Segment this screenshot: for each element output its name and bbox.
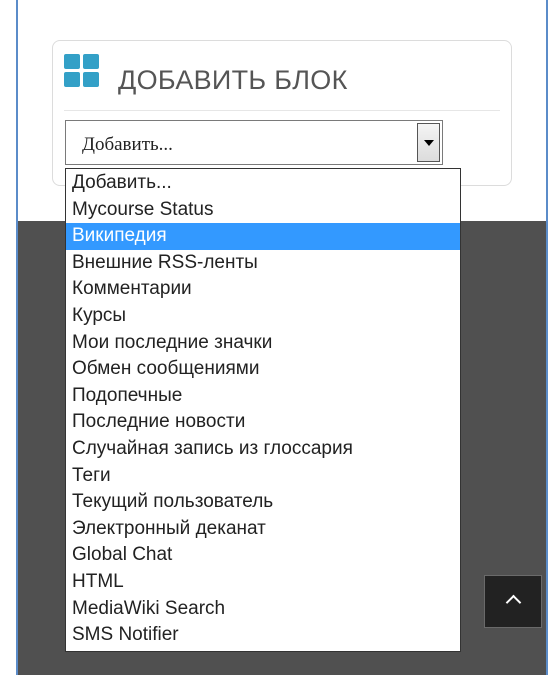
dropdown-option[interactable]: HTML xyxy=(66,569,460,596)
dropdown-option[interactable]: Обмен сообщениями xyxy=(66,356,460,383)
dropdown-option[interactable]: Mycourse Status xyxy=(66,197,460,224)
dropdown-option[interactable]: SMS Notifier xyxy=(66,622,460,649)
dropdown-option[interactable]: Курсы xyxy=(66,303,460,330)
back-to-top-button[interactable] xyxy=(484,575,542,628)
dropdown-option[interactable]: Википедия xyxy=(66,223,460,250)
dropdown-option[interactable]: Мои последние значки xyxy=(66,330,460,357)
dropdown-option[interactable]: Последние новости xyxy=(66,409,460,436)
dropdown-option[interactable]: Внешние RSS-ленты xyxy=(66,250,460,277)
dropdown-option[interactable]: Электронный деканат xyxy=(66,516,460,543)
dropdown-option[interactable]: Global Chat xyxy=(66,542,460,569)
add-block-select-value: Добавить... xyxy=(82,134,173,155)
add-block-select[interactable]: Добавить... xyxy=(65,120,443,165)
dropdown-option[interactable]: MediaWiki Search xyxy=(66,596,460,623)
add-block-title: ДОБАВИТЬ БЛОК xyxy=(118,65,348,95)
add-block-dropdown-list[interactable]: Добавить... Mycourse Status Википедия Внешн… xyxy=(65,168,461,652)
dropdown-option[interactable]: Теги xyxy=(66,463,460,490)
dropdown-option[interactable]: Добавить... xyxy=(66,170,460,197)
chevron-down-icon[interactable] xyxy=(417,123,440,162)
card-divider xyxy=(64,110,500,111)
dropdown-option[interactable]: Текущий пользователь xyxy=(66,489,460,516)
dropdown-option[interactable]: Комментарии xyxy=(66,276,460,303)
dropdown-option[interactable]: Подопечные xyxy=(66,383,460,410)
chevron-up-icon xyxy=(505,594,522,611)
dropdown-option[interactable]: Случайная запись из глоссария xyxy=(66,436,460,463)
blocks-grid-icon xyxy=(64,54,100,88)
